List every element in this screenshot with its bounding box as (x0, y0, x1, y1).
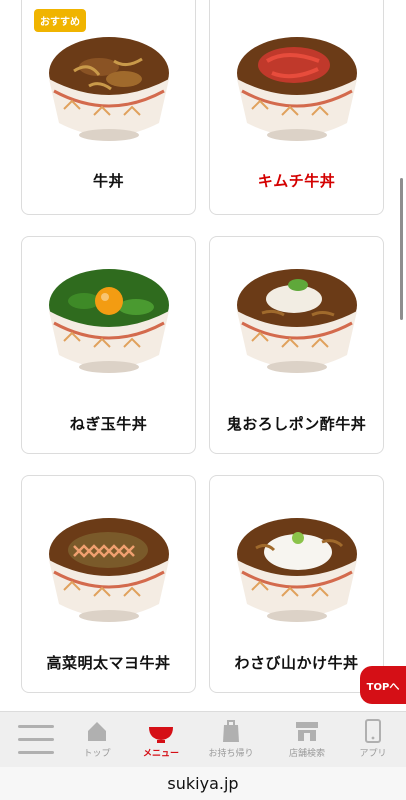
menu-card-gyudon[interactable]: おすすめ 牛丼 (21, 0, 196, 215)
kimchi-gyudon-image (237, 37, 357, 141)
menu-card-wasabi-yamakake-gyudon[interactable]: わさび山かけ牛丼 (209, 475, 384, 693)
menu-card-oniorosi-ponzu-gyudon[interactable]: 鬼おろしポン酢牛丼 (209, 236, 384, 454)
tab-label: 店舗検索 (288, 749, 325, 759)
scrollbar-thumb[interactable] (400, 178, 403, 320)
menu-card-negitama-gyudon[interactable]: ねぎ玉牛丼 (21, 236, 196, 454)
recommended-badge: おすすめ (34, 9, 86, 32)
menu-card-takana-mentai-mayo-gyudon[interactable]: 高菜明太マヨ牛丼 (21, 475, 196, 693)
tab-takeout[interactable]: お持ち帰り (200, 717, 262, 763)
menu-item-name: 鬼おろしポン酢牛丼 (226, 415, 367, 433)
browser-url-bar[interactable]: sukiya.jp (0, 767, 406, 800)
oniorosi-ponzu-gyudon-image (237, 269, 357, 373)
back-to-top-button[interactable]: TOPへ (360, 666, 406, 704)
store-icon (296, 722, 318, 741)
tab-label: メニュー (142, 749, 179, 759)
smartphone-icon (365, 719, 381, 743)
menu-item-name: ねぎ玉牛丼 (69, 415, 148, 433)
url-text: sukiya.jp (167, 774, 239, 793)
wasabi-yamakake-gyudon-image (237, 518, 357, 622)
menu-item-name: 高菜明太マヨ牛丼 (46, 654, 171, 672)
tab-label: トップ (83, 749, 111, 759)
bowl-icon (149, 727, 173, 743)
tab-label: お持ち帰り (208, 749, 254, 759)
menu-page: おすすめ 牛丼 キムチ牛丼 ねぎ玉牛丼 鬼おろしポン酢牛丼 高菜明太マヨ牛丼 わ… (0, 0, 406, 800)
tab-app[interactable]: アプリ (342, 717, 404, 763)
tab-store-search[interactable]: 店舗検索 (276, 717, 338, 763)
menu-item-name: 牛丼 (92, 172, 124, 190)
takeout-bag-icon (223, 720, 239, 742)
tab-top[interactable]: トップ (66, 717, 128, 763)
menu-item-name: わさび山かけ牛丼 (234, 654, 359, 672)
bottom-tab-bar: トップ メニュー お持ち帰り 店舗検索 アプリ (0, 711, 406, 767)
tab-menu[interactable]: メニュー (130, 717, 192, 763)
takana-mentai-mayo-gyudon-image (49, 518, 169, 622)
menu-item-name: キムチ牛丼 (257, 172, 336, 190)
hamburger-menu-icon[interactable] (18, 725, 54, 755)
gyudon-image (49, 37, 169, 141)
tab-label: アプリ (359, 749, 387, 759)
home-icon (88, 722, 106, 741)
negitama-gyudon-image (49, 269, 169, 373)
menu-card-kimchi-gyudon[interactable]: キムチ牛丼 (209, 0, 384, 215)
